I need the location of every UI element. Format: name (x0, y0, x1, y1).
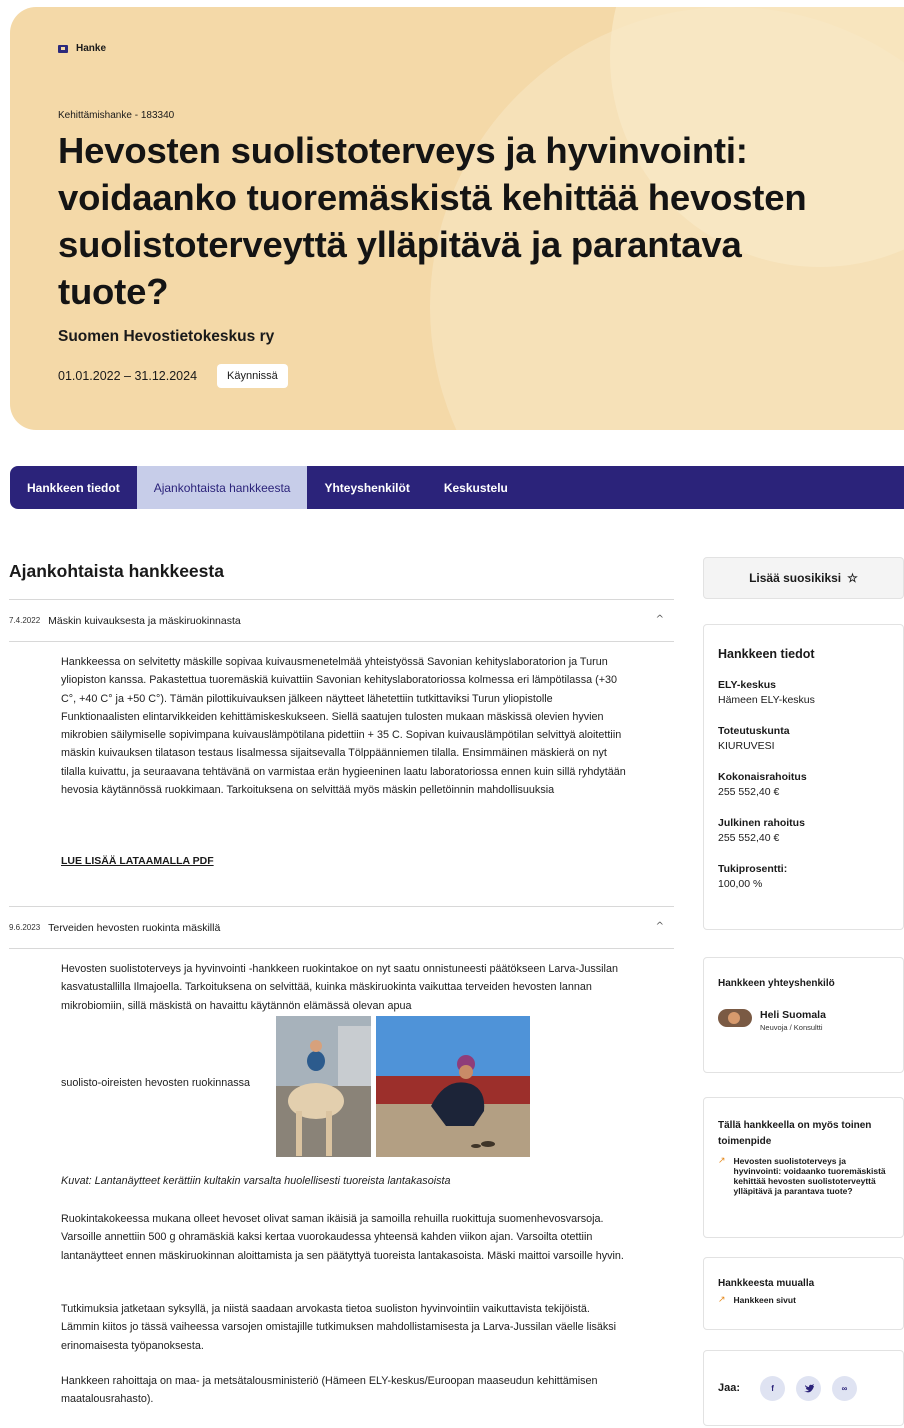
news-item-header[interactable]: 7.4.2022 Mäskin kuivauksesta ja mäskiruo… (9, 599, 674, 642)
star-outline-icon: ☆ (847, 571, 858, 585)
section-title: Ajankohtaista hankkeesta (9, 561, 224, 581)
news-item-header[interactable]: 9.6.2023 Terveiden hevosten ruokinta mäs… (9, 906, 674, 949)
news-date: 9.6.2023 (9, 923, 41, 932)
news-paragraph: Tutkimuksia jatketaan syksyllä, ja niist… (61, 1303, 617, 1352)
foal-photo (276, 1016, 371, 1157)
project-hero: Hanke Kehittämishanke - 183340 Hevosten … (10, 7, 904, 430)
info-label: Tukiprosentti: (718, 863, 788, 875)
chevron-up-icon[interactable]: ^ (656, 614, 664, 625)
info-label: Toteutuskunta (718, 725, 790, 737)
chevron-up-icon[interactable]: ^ (656, 921, 664, 932)
page-title: Hevosten suolistoterveys ja hyvinvointi:… (58, 130, 807, 312)
tab-contacts[interactable]: Yhteyshenkilöt (307, 466, 426, 509)
twitter-icon[interactable] (796, 1375, 822, 1401)
breadcrumb-label: Hanke (76, 43, 107, 54)
info-card-title: Hankkeen tiedot (718, 647, 815, 661)
news-body: Hankkeessa on selvitetty mäskille sopiva… (61, 656, 626, 797)
arrow-icon: ↗ (718, 1156, 726, 1166)
info-value: Hämeen ELY-keskus (718, 694, 815, 706)
status-badge: Käynnissä (217, 364, 288, 388)
info-label: ELY-keskus (718, 679, 776, 691)
photo-caption: Kuvat: Lantanäytteet kerättiin kultakin … (61, 1175, 451, 1187)
project-tabs: Hankkeen tiedot Ajankohtaista hankkeesta… (10, 466, 904, 509)
tab-project-info[interactable]: Hankkeen tiedot (10, 466, 137, 509)
arrow-icon: ↗ (718, 1295, 726, 1305)
project-icon (58, 44, 68, 53)
info-label: Kokonaisrahoitus (718, 771, 807, 783)
elsewhere-title: Hankkeesta muualla (718, 1278, 815, 1289)
project-site-label: Hankkeen sivut (733, 1295, 796, 1305)
avatar (718, 1009, 752, 1027)
read-more-pdf-link[interactable]: LUE LISÄÄ LATAAMALLA PDF (61, 855, 214, 867)
contact-card: Hankkeen yhteyshenkilö Heli Suomala Neuv… (703, 957, 904, 1073)
project-dates: 01.01.2022 – 31.12.2024 (58, 369, 198, 383)
news-date: 7.4.2022 (9, 616, 41, 625)
info-value: KIURUVESI (718, 740, 775, 752)
other-measure-label: Hevosten suolistoterveys ja hyvinvointi:… (733, 1156, 886, 1196)
contact-person[interactable]: Heli Suomala Neuvoja / Konsultti (718, 1009, 889, 1032)
news-title: Terveiden hevosten ruokinta mäskillä (48, 921, 221, 934)
project-type-id: Kehittämishanke - 183340 (58, 110, 175, 121)
favorite-label: Lisää suosikiksi (749, 571, 842, 585)
add-favorite-button[interactable]: Lisää suosikiksi ☆ (703, 557, 904, 599)
organization-name: Suomen Hevostietokeskus ry (58, 328, 275, 345)
breadcrumb[interactable]: Hanke (58, 43, 106, 54)
info-value: 100,00 % (718, 878, 763, 890)
contact-name: Heli Suomala (760, 1009, 826, 1021)
tab-discussion[interactable]: Keskustelu (427, 466, 525, 509)
info-value: 255 552,40 € (718, 786, 780, 798)
project-site-link[interactable]: ↗ Hankkeen sivut (718, 1295, 889, 1305)
news-paragraph-end: suolisto-oireisten hevosten ruokinnassa (61, 1077, 251, 1089)
project-info-card: Hankkeen tiedot ELY-keskus Hämeen ELY-ke… (703, 624, 904, 930)
info-label: Julkinen rahoitus (718, 817, 805, 829)
info-value: 255 552,40 € (718, 832, 780, 844)
contact-role: Neuvoja / Konsultti (760, 1023, 823, 1032)
elsewhere-card: Hankkeesta muualla ↗ Hankkeen sivut (703, 1257, 904, 1330)
news-paragraph: Ruokintakokeessa mukana olleet hevoset o… (61, 1213, 624, 1262)
news-paragraph: Hankkeen rahoittaja on maa- ja metsätalo… (61, 1375, 598, 1406)
sample-collection-photo (376, 1016, 530, 1157)
tab-news[interactable]: Ajankohtaista hankkeesta (136, 466, 308, 509)
share-label: Jaa: (718, 1382, 741, 1394)
news-paragraph: Hevosten suolistoterveys ja hyvinvointi … (61, 963, 618, 1012)
facebook-icon[interactable]: f (760, 1375, 786, 1401)
contact-card-title: Hankkeen yhteyshenkilö (718, 978, 835, 989)
link-icon[interactable]: ∞ (832, 1375, 858, 1401)
other-measure-link[interactable]: ↗ Hevosten suolistoterveys ja hyvinvoint… (718, 1156, 889, 1196)
other-measure-card: Tällä hankkeella on myös toinen toimenpi… (703, 1097, 904, 1238)
share-card: Jaa: f ∞ (703, 1350, 904, 1426)
news-title: Mäskin kuivauksesta ja mäskiruokinnasta (48, 614, 241, 627)
other-measure-title: Tällä hankkeella on myös toinen toimenpi… (718, 1120, 872, 1147)
